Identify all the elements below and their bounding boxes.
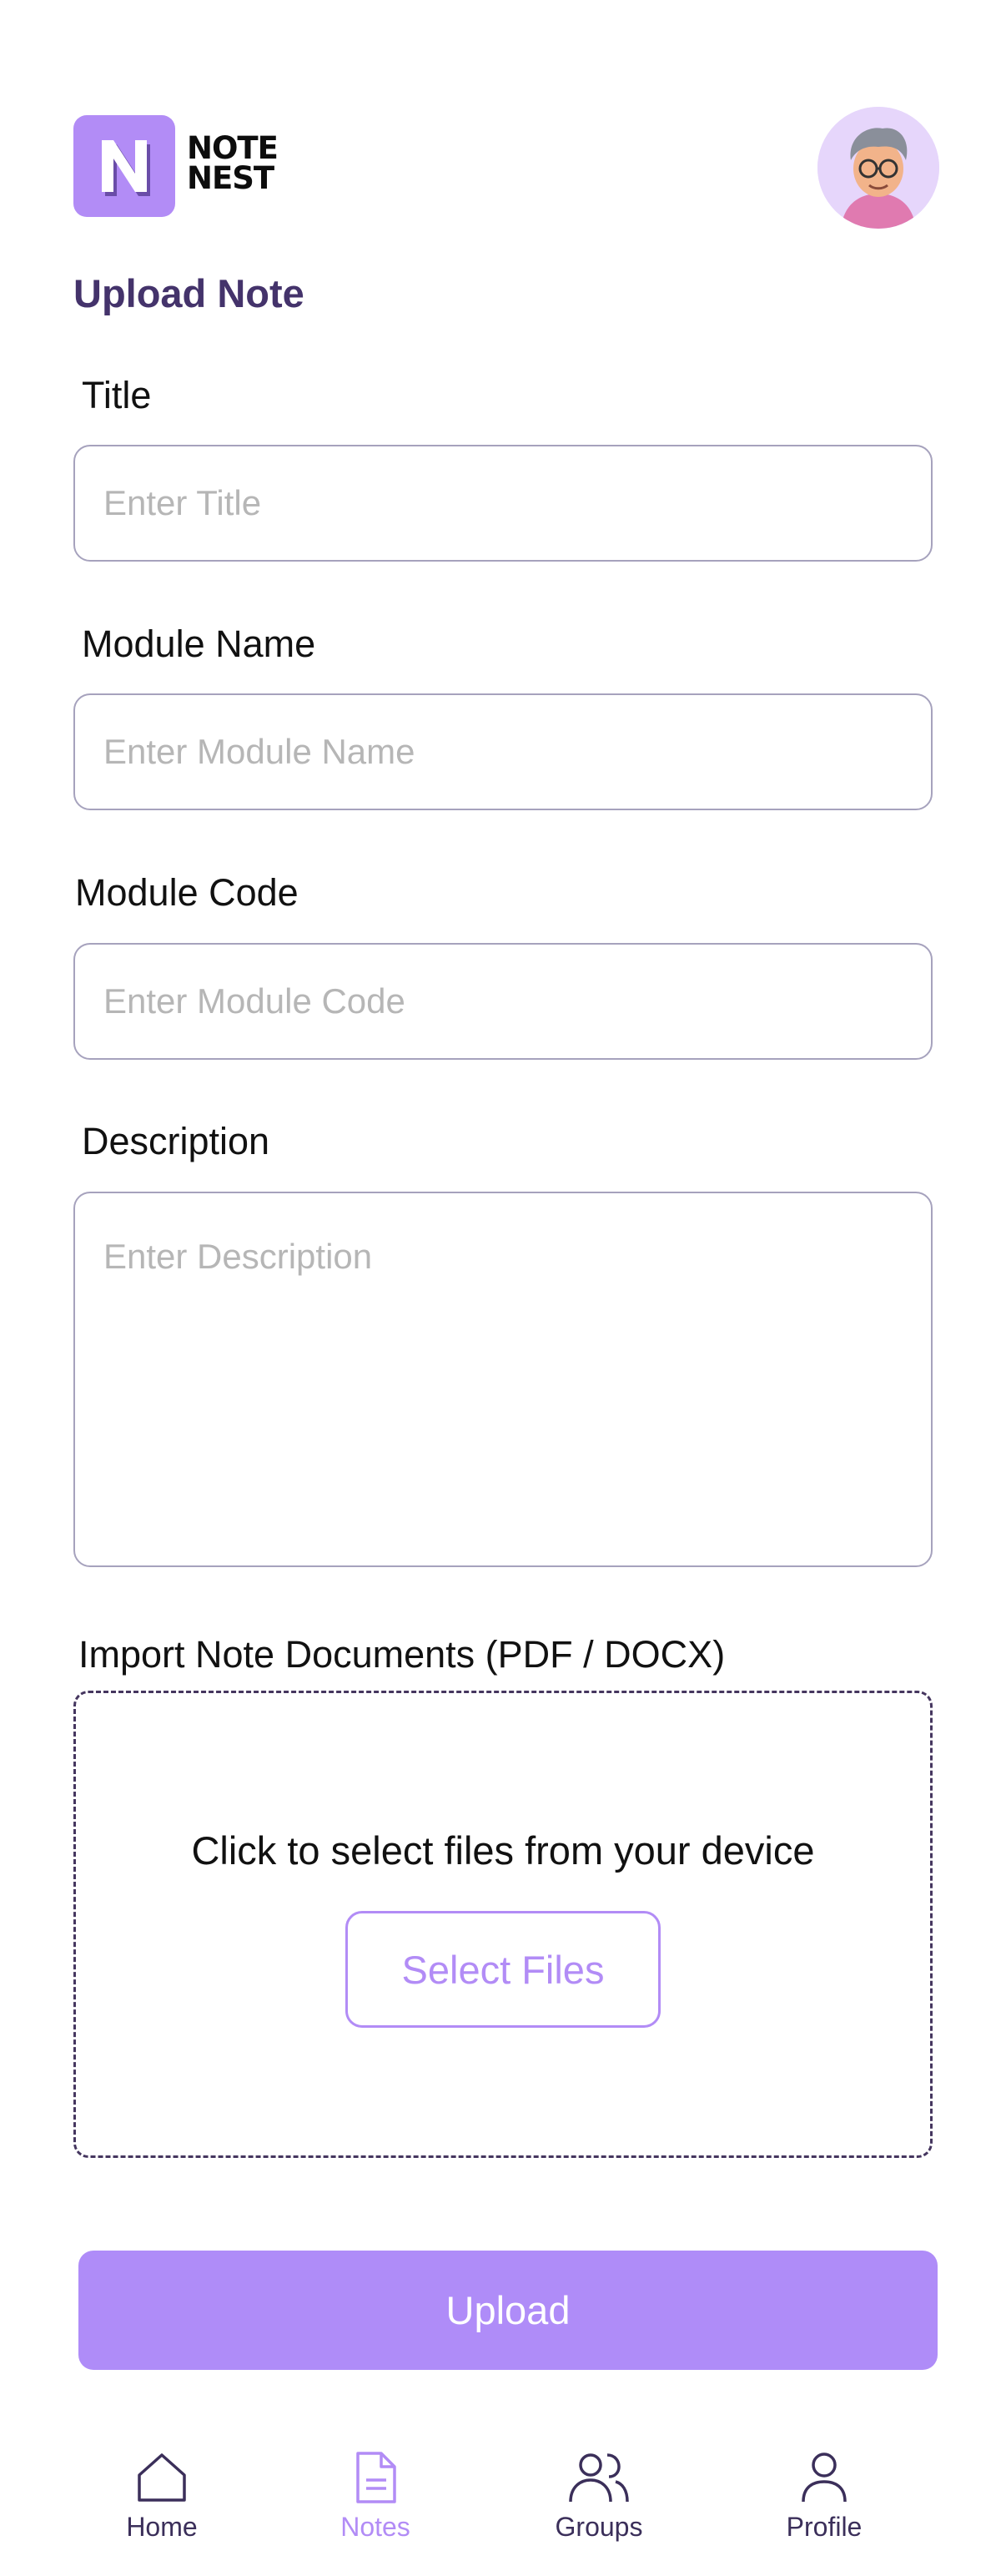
import-label: Import Note Documents (PDF / DOCX) (78, 1633, 726, 1676)
brand-name-line1: NOTE (187, 130, 279, 166)
module-name-label: Module Name (82, 623, 316, 665)
brand-name: NOTE NEST (187, 130, 279, 196)
avatar-image (817, 107, 939, 229)
document-icon (356, 2452, 396, 2503)
module-name-input[interactable] (73, 693, 933, 810)
nav-item-profile[interactable]: Profile (741, 2450, 908, 2567)
nav-item-groups[interactable]: Groups (516, 2450, 682, 2567)
description-textarea[interactable] (73, 1192, 933, 1567)
nav-label-notes: Notes (340, 2512, 410, 2542)
dropzone-text: Click to select files from your device (191, 1828, 815, 1873)
nav-item-home[interactable]: Home (78, 2450, 245, 2567)
nav-label-groups: Groups (555, 2512, 643, 2542)
nav-item-notes[interactable]: Notes (292, 2450, 459, 2567)
module-code-label: Module Code (75, 871, 299, 914)
nav-label-profile: Profile (786, 2512, 863, 2542)
upload-button[interactable]: Upload (78, 2251, 938, 2370)
app-logo (73, 115, 175, 217)
logo-n-icon (102, 140, 150, 196)
user-icon (802, 2452, 847, 2503)
nav-label-home: Home (126, 2512, 198, 2542)
description-label: Description (82, 1120, 270, 1162)
title-input[interactable] (73, 445, 933, 562)
users-icon (569, 2453, 629, 2503)
avatar[interactable] (817, 107, 939, 229)
module-code-input[interactable] (73, 943, 933, 1060)
select-files-button[interactable]: Select Files (345, 1911, 661, 2028)
home-icon (138, 2453, 186, 2502)
brand-name-line2: NEST (187, 160, 274, 196)
title-label: Title (82, 374, 152, 416)
page-title: Upload Note (73, 271, 304, 315)
